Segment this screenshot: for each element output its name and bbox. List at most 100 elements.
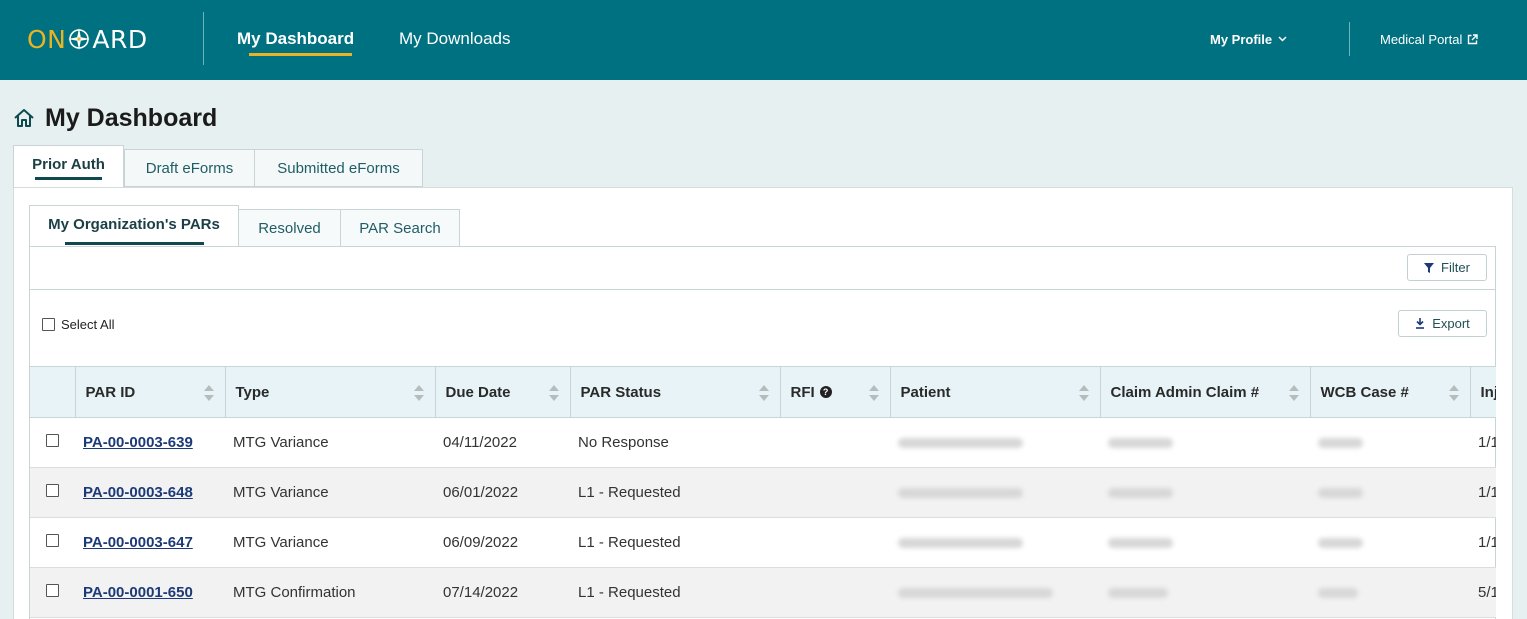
redacted-claim-number	[1108, 538, 1173, 549]
row-checkbox[interactable]	[46, 534, 59, 547]
tab-my-organizations-pars-label: My Organization's PARs	[48, 215, 220, 233]
column-header-select	[30, 366, 76, 418]
cell-type: MTG Variance	[225, 467, 435, 518]
onboard-logo[interactable]: ON ARD	[27, 24, 148, 54]
column-header-type[interactable]: Type	[225, 366, 436, 418]
cell-rfi	[780, 467, 890, 518]
redacted-claim-number	[1108, 488, 1173, 499]
download-icon	[1416, 318, 1425, 329]
medical-portal-link[interactable]: Medical Portal	[1380, 30, 1479, 48]
cell-rfi	[780, 517, 890, 568]
nav-active-underline	[249, 53, 352, 56]
cell-type: MTG Variance	[225, 417, 435, 468]
tab-resolved[interactable]: Resolved	[238, 209, 341, 247]
table-row: PA-00-0003-647 MTG Variance 06/09/2022 L…	[30, 517, 1496, 568]
top-navigation-bar: ON ARD My Dashboard My Downloads My Prof…	[0, 0, 1527, 80]
redacted-wcb-case	[1318, 538, 1363, 549]
par-id-link[interactable]: PA-00-0001-650	[83, 584, 193, 601]
nav-my-downloads[interactable]: My Downloads	[399, 28, 511, 50]
cell-due-date: 07/14/2022	[435, 567, 570, 618]
nav-my-dashboard[interactable]: My Dashboard	[237, 28, 354, 50]
active-subtab-underline	[65, 242, 204, 245]
sort-icon[interactable]	[413, 384, 425, 402]
cell-injury: 1/1	[1470, 417, 1496, 468]
par-id-link[interactable]: PA-00-0003-647	[83, 534, 193, 551]
external-link-icon	[1468, 33, 1479, 44]
par-id-link[interactable]: PA-00-0003-648	[83, 484, 193, 501]
filter-row-divider	[29, 289, 1496, 290]
table-header-row: PAR ID Type Due Date PAR Status RFI? Pat…	[30, 366, 1496, 418]
column-header-claim-admin-claim[interactable]: Claim Admin Claim #	[1100, 366, 1311, 418]
cell-type: MTG Variance	[225, 517, 435, 568]
cell-par-status: No Response	[570, 417, 780, 468]
redacted-wcb-case	[1318, 438, 1363, 449]
cell-injury: 5/1	[1470, 567, 1496, 618]
redacted-claim-number	[1108, 438, 1173, 449]
select-all-checkbox[interactable]	[42, 317, 55, 331]
sort-icon[interactable]	[203, 384, 215, 402]
par-id-link[interactable]: PA-00-0003-639	[83, 434, 193, 451]
column-header-par-status[interactable]: PAR Status	[570, 366, 781, 418]
page-title: My Dashboard	[45, 103, 218, 132]
column-header-patient[interactable]: Patient	[890, 366, 1101, 418]
export-button-label: Export	[1432, 316, 1470, 331]
sort-icon[interactable]	[548, 384, 560, 402]
logo-text-on: ON	[27, 24, 67, 54]
table-row: PA-00-0003-648 MTG Variance 06/01/2022 L…	[30, 467, 1496, 518]
cell-par-status: L1 - Requested	[570, 567, 780, 618]
row-checkbox[interactable]	[46, 434, 59, 447]
tab-prior-auth-label: Prior Auth	[32, 155, 105, 173]
redacted-wcb-case	[1318, 488, 1363, 499]
sort-icon[interactable]	[1448, 384, 1460, 402]
cell-injury: 1/1	[1470, 517, 1496, 568]
my-profile-label: My Profile	[1210, 31, 1273, 47]
pars-table-container[interactable]: PAR ID Type Due Date PAR Status RFI? Pat…	[30, 366, 1496, 619]
export-button[interactable]: Export	[1398, 310, 1487, 337]
tab-my-organizations-pars[interactable]: My Organization's PARs	[29, 205, 239, 248]
redacted-patient-name	[898, 438, 1023, 449]
column-header-par-id[interactable]: PAR ID	[75, 366, 226, 418]
tab-par-search[interactable]: PAR Search	[340, 209, 460, 247]
select-all-label: Select All	[61, 316, 115, 332]
cell-due-date: 06/09/2022	[435, 517, 570, 568]
home-icon[interactable]	[13, 108, 35, 128]
pars-table: PAR ID Type Due Date PAR Status RFI? Pat…	[30, 366, 1496, 618]
cell-type: MTG Confirmation	[225, 567, 435, 618]
sort-icon[interactable]	[868, 384, 880, 402]
cell-par-status: L1 - Requested	[570, 517, 780, 568]
column-header-wcb-case[interactable]: WCB Case #	[1310, 366, 1471, 418]
row-checkbox[interactable]	[46, 484, 59, 497]
sort-icon[interactable]	[758, 384, 770, 402]
cell-par-status: L1 - Requested	[570, 467, 780, 518]
filter-icon	[1424, 262, 1435, 273]
select-all-control[interactable]: Select All	[42, 316, 114, 332]
redacted-wcb-case	[1318, 588, 1358, 599]
column-header-rfi[interactable]: RFI?	[780, 366, 891, 418]
filter-button-label: Filter	[1441, 260, 1470, 275]
filter-button[interactable]: Filter	[1407, 254, 1487, 281]
cell-due-date: 04/11/2022	[435, 417, 570, 468]
active-tab-underline	[35, 177, 102, 180]
redacted-patient-name	[898, 588, 1053, 599]
redacted-patient-name	[898, 538, 1023, 549]
compass-logo-icon	[68, 28, 91, 50]
my-profile-menu[interactable]: My Profile	[1210, 30, 1287, 48]
logo-text-board: ARD	[92, 24, 148, 54]
table-row: PA-00-0001-650 MTG Confirmation 07/14/20…	[30, 567, 1496, 618]
tab-prior-auth[interactable]: Prior Auth	[13, 145, 124, 188]
column-header-due-date[interactable]: Due Date	[435, 366, 571, 418]
chevron-down-icon	[1278, 36, 1287, 42]
column-header-injury[interactable]: Inj	[1470, 366, 1496, 418]
tab-draft-eforms[interactable]: Draft eForms	[124, 149, 255, 187]
cell-rfi	[780, 567, 890, 618]
redacted-patient-name	[898, 488, 1023, 499]
tab-submitted-eforms[interactable]: Submitted eForms	[254, 149, 423, 187]
table-row: PA-00-0003-639 MTG Variance 04/11/2022 N…	[30, 417, 1496, 468]
header-divider	[1349, 22, 1350, 56]
logo-divider	[203, 12, 204, 65]
sort-icon[interactable]	[1078, 384, 1090, 402]
help-icon[interactable]: ?	[819, 386, 832, 398]
sort-icon[interactable]	[1288, 384, 1300, 402]
row-checkbox[interactable]	[46, 584, 59, 597]
cell-due-date: 06/01/2022	[435, 467, 570, 518]
